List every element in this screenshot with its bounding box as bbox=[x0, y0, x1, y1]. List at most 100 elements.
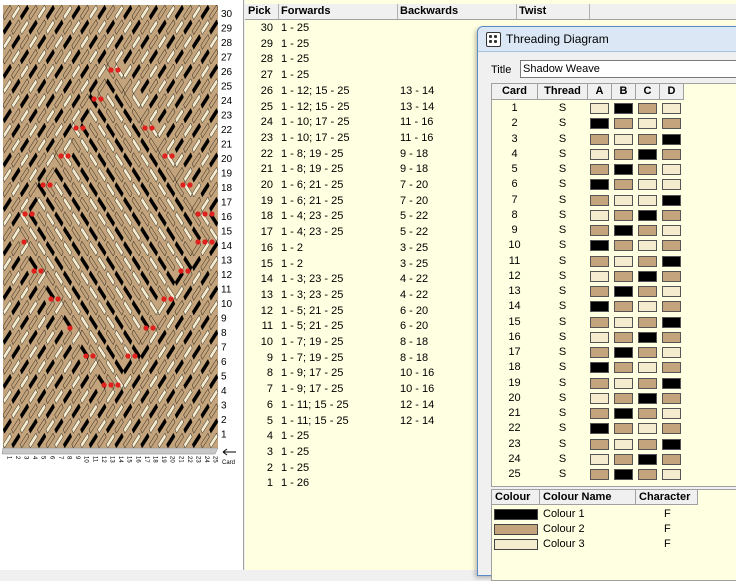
forwards-column-header[interactable]: Forwards bbox=[278, 4, 398, 19]
hole-colour-swatch[interactable] bbox=[590, 301, 609, 313]
hole-colour-swatch[interactable] bbox=[614, 179, 633, 191]
hole-colour-swatch[interactable] bbox=[662, 270, 681, 282]
hole-colour-swatch[interactable] bbox=[638, 103, 657, 114]
hole-colour-swatch[interactable] bbox=[638, 331, 657, 343]
hole-colour-swatch[interactable] bbox=[638, 453, 657, 465]
hole-colour-swatch[interactable] bbox=[638, 118, 657, 130]
hole-colour-swatch[interactable] bbox=[638, 347, 657, 358]
hole-colour-swatch[interactable] bbox=[590, 377, 609, 389]
hole-colour-swatch[interactable] bbox=[590, 316, 609, 328]
thread-direction[interactable]: S bbox=[538, 376, 587, 391]
hole-colour-swatch[interactable] bbox=[614, 286, 633, 297]
hole-colour-swatch[interactable] bbox=[614, 148, 633, 160]
hole-colour-swatch[interactable] bbox=[590, 347, 609, 358]
hole-colour-swatch[interactable] bbox=[638, 240, 657, 252]
hole-colour-swatch[interactable] bbox=[614, 438, 633, 450]
hole-colour-swatch[interactable] bbox=[662, 423, 681, 435]
character-column-header[interactable]: Character bbox=[636, 490, 698, 505]
card-number[interactable]: 1 bbox=[492, 101, 537, 116]
hole-colour-swatch[interactable] bbox=[638, 209, 657, 221]
hole-colour-swatch[interactable] bbox=[614, 347, 633, 358]
thread-direction[interactable]: S bbox=[538, 177, 587, 192]
colour-swatch[interactable] bbox=[494, 539, 538, 550]
hole-colour-swatch[interactable] bbox=[590, 103, 609, 114]
hole-colour-swatch[interactable] bbox=[662, 133, 681, 145]
thread-direction[interactable]: S bbox=[538, 132, 587, 147]
card-number[interactable]: 17 bbox=[492, 345, 537, 360]
hole-colour-swatch[interactable] bbox=[614, 103, 633, 114]
hole-colour-swatch[interactable] bbox=[662, 331, 681, 343]
thread-direction[interactable]: S bbox=[538, 345, 587, 360]
hole-colour-swatch[interactable] bbox=[638, 133, 657, 145]
hole-colour-swatch[interactable] bbox=[590, 408, 609, 419]
hole-colour-swatch[interactable] bbox=[590, 331, 609, 343]
hole-colour-swatch[interactable] bbox=[638, 148, 657, 160]
thread-direction[interactable]: S bbox=[538, 299, 587, 314]
hole-colour-swatch[interactable] bbox=[638, 164, 657, 175]
hole-colour-swatch[interactable] bbox=[638, 377, 657, 389]
hole-colour-swatch[interactable] bbox=[638, 270, 657, 282]
hole-colour-swatch[interactable] bbox=[614, 133, 633, 145]
thread-direction[interactable]: S bbox=[538, 254, 587, 269]
dialog-titlebar[interactable]: Threading Diagram bbox=[478, 27, 736, 52]
hole-colour-swatch[interactable] bbox=[662, 118, 681, 130]
card-number[interactable]: 24 bbox=[492, 452, 537, 467]
hole-colour-swatch[interactable] bbox=[638, 255, 657, 267]
thread-direction[interactable]: S bbox=[538, 330, 587, 345]
hole-colour-swatch[interactable] bbox=[662, 408, 681, 419]
hole-colour-swatch[interactable] bbox=[638, 194, 657, 206]
hole-colour-swatch[interactable] bbox=[590, 194, 609, 206]
hole-colour-swatch[interactable] bbox=[614, 164, 633, 175]
hole-colour-swatch[interactable] bbox=[662, 209, 681, 221]
thread-direction[interactable]: S bbox=[538, 406, 587, 421]
hole-colour-swatch[interactable] bbox=[614, 316, 633, 328]
hole-colour-swatch[interactable] bbox=[638, 408, 657, 419]
hole-colour-swatch[interactable] bbox=[590, 209, 609, 221]
card-number[interactable]: 11 bbox=[492, 254, 537, 269]
card-number[interactable]: 22 bbox=[492, 421, 537, 436]
thread-direction[interactable]: S bbox=[538, 162, 587, 177]
hole-colour-swatch[interactable] bbox=[662, 240, 681, 252]
hole-colour-swatch[interactable] bbox=[662, 301, 681, 313]
card-number[interactable]: 21 bbox=[492, 406, 537, 421]
colour-column-header[interactable]: Colour bbox=[492, 490, 540, 505]
hole-colour-swatch[interactable] bbox=[614, 240, 633, 252]
thread-direction[interactable]: S bbox=[538, 360, 587, 375]
hole-colour-swatch[interactable] bbox=[590, 438, 609, 450]
card-number[interactable]: 10 bbox=[492, 238, 537, 253]
card-number[interactable]: 23 bbox=[492, 437, 537, 452]
colour-row[interactable]: Colour 3 F bbox=[492, 537, 736, 552]
hole-colour-swatch[interactable] bbox=[662, 347, 681, 358]
card-number[interactable]: 19 bbox=[492, 376, 537, 391]
hole-b-column-header[interactable]: B bbox=[612, 84, 636, 100]
hole-colour-swatch[interactable] bbox=[662, 316, 681, 328]
hole-colour-swatch[interactable] bbox=[638, 286, 657, 297]
hole-colour-swatch[interactable] bbox=[662, 225, 681, 236]
hole-colour-swatch[interactable] bbox=[590, 148, 609, 160]
hole-colour-swatch[interactable] bbox=[614, 270, 633, 282]
pattern-preview-pane[interactable]: 30 29 28 27 26 25 24 23 22 21 20 19 18 17 16 15 14 13 12 11… bbox=[0, 0, 244, 570]
colour-row[interactable]: Colour 1 F bbox=[492, 507, 736, 522]
thread-direction[interactable]: S bbox=[538, 147, 587, 162]
thread-direction[interactable]: S bbox=[538, 223, 587, 238]
hole-d-column-header[interactable]: D bbox=[660, 84, 684, 100]
thread-direction[interactable]: S bbox=[538, 284, 587, 299]
thread-direction[interactable]: S bbox=[538, 391, 587, 406]
hole-colour-swatch[interactable] bbox=[638, 392, 657, 404]
card-number[interactable]: 12 bbox=[492, 269, 537, 284]
hole-colour-swatch[interactable] bbox=[638, 438, 657, 450]
hole-colour-swatch[interactable] bbox=[590, 164, 609, 175]
hole-colour-swatch[interactable] bbox=[662, 438, 681, 450]
hole-colour-swatch[interactable] bbox=[614, 392, 633, 404]
threading-grid[interactable]: Card Thread A B C D 1 S 2 S 3 S 4 S 5 S 6 S 7 S 8 S 9 S 10… bbox=[491, 83, 736, 487]
thread-column-header[interactable]: Thread bbox=[538, 84, 588, 100]
hole-colour-swatch[interactable] bbox=[614, 362, 633, 374]
colour-swatch[interactable] bbox=[494, 524, 538, 535]
hole-colour-swatch[interactable] bbox=[638, 362, 657, 374]
twist-column-header[interactable]: Twist bbox=[516, 4, 590, 19]
colour-swatch[interactable] bbox=[494, 509, 538, 520]
card-number[interactable]: 9 bbox=[492, 223, 537, 238]
card-column-header[interactable]: Card bbox=[492, 84, 538, 100]
hole-colour-swatch[interactable] bbox=[638, 225, 657, 236]
card-number[interactable]: 15 bbox=[492, 315, 537, 330]
